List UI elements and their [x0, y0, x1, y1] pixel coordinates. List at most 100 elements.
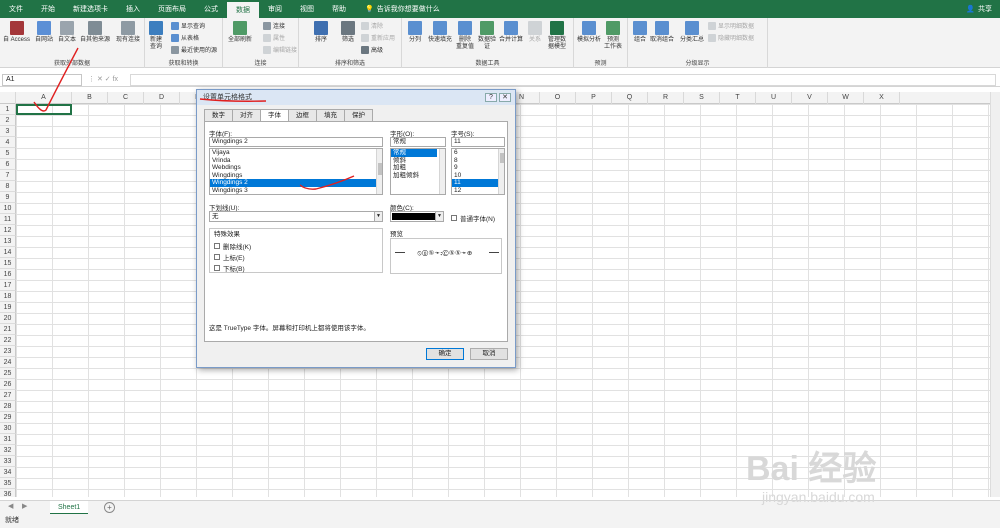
formula-controls[interactable]: ⋮ ✕ ✓ fx: [88, 75, 118, 83]
scroll-thumb[interactable]: [500, 153, 504, 163]
normal-font-checkbox[interactable]: 普通字体(N): [451, 213, 495, 223]
row-header[interactable]: 33: [0, 456, 16, 467]
row-header[interactable]: 13: [0, 236, 16, 247]
filter-button[interactable]: 筛选: [341, 21, 355, 44]
tab-data[interactable]: 数据: [227, 0, 259, 18]
font-option[interactable]: Webdings: [210, 164, 382, 172]
font-list-scrollbar[interactable]: [376, 149, 382, 194]
row-header[interactable]: 1: [0, 104, 16, 115]
style-option[interactable]: 加粗倾斜: [391, 172, 445, 180]
row-header[interactable]: 36: [0, 489, 16, 497]
row-header[interactable]: 17: [0, 280, 16, 291]
subscript-checkbox[interactable]: 下标(B): [214, 263, 245, 273]
next-sheet-icon[interactable]: ▶: [22, 502, 27, 510]
row-header[interactable]: 4: [0, 137, 16, 148]
edit-links-button[interactable]: 编辑链接: [263, 45, 297, 54]
column-header-r[interactable]: R: [648, 92, 684, 104]
row-header[interactable]: 32: [0, 445, 16, 456]
row-header[interactable]: 18: [0, 291, 16, 302]
font-option[interactable]: Vrinda: [210, 157, 382, 165]
style-option-selected[interactable]: 常规: [391, 149, 437, 157]
advanced-filter-button[interactable]: 高级: [361, 45, 383, 54]
row-header[interactable]: 29: [0, 412, 16, 423]
row-header[interactable]: 20: [0, 313, 16, 324]
color-picker[interactable]: ▼: [390, 211, 444, 222]
size-input[interactable]: 11: [451, 137, 505, 147]
close-icon[interactable]: ✕: [499, 93, 511, 102]
tab-alignment[interactable]: 对齐: [232, 109, 261, 121]
underline-select[interactable]: 无 ▼: [209, 211, 383, 222]
row-header[interactable]: 9: [0, 192, 16, 203]
tab-protection[interactable]: 保护: [344, 109, 373, 121]
new-query-button[interactable]: 新建 查询: [149, 21, 163, 51]
from-access-button[interactable]: 自 Access: [3, 21, 30, 44]
show-queries-button[interactable]: 显示查询: [171, 21, 205, 30]
from-web-button[interactable]: 自网站: [35, 21, 53, 44]
ok-button[interactable]: 确定: [426, 348, 464, 360]
column-header-s[interactable]: S: [684, 92, 720, 104]
size-option[interactable]: 10: [452, 172, 504, 180]
consolidate-button[interactable]: 合并计算: [499, 21, 523, 44]
clear-filter-button[interactable]: 清除: [361, 21, 383, 30]
row-header[interactable]: 28: [0, 401, 16, 412]
checkbox-box[interactable]: [214, 265, 220, 271]
style-list[interactable]: 常规 倾斜 加粗 加粗倾斜: [390, 148, 446, 195]
size-list[interactable]: 6 8 9 10 11 12: [451, 148, 505, 195]
from-table-button[interactable]: 从表格: [171, 33, 199, 42]
reapply-button[interactable]: 重新应用: [361, 33, 395, 42]
font-option[interactable]: Vijaya: [210, 149, 382, 157]
row-header[interactable]: 23: [0, 346, 16, 357]
font-option[interactable]: Wingdings: [210, 172, 382, 180]
font-list[interactable]: Vijaya Vrinda Webdings Wingdings Wingdin…: [209, 148, 383, 195]
chevron-down-icon[interactable]: ▼: [435, 212, 443, 221]
name-box[interactable]: A1: [2, 74, 82, 86]
row-header[interactable]: 12: [0, 225, 16, 236]
tab-insert[interactable]: 插入: [117, 0, 149, 18]
checkbox-box[interactable]: [214, 243, 220, 249]
column-header-o[interactable]: O: [540, 92, 576, 104]
size-option[interactable]: 8: [452, 157, 504, 165]
size-option-selected[interactable]: 11: [452, 179, 504, 187]
forecast-sheet-button[interactable]: 预测 工作表: [604, 21, 622, 51]
show-detail-button[interactable]: 显示明细数据: [708, 21, 754, 30]
tell-me-search[interactable]: 💡 告诉我你想要做什么: [365, 4, 440, 14]
row-header[interactable]: 24: [0, 357, 16, 368]
tab-border[interactable]: 边框: [288, 109, 317, 121]
cancel-button[interactable]: 取消: [470, 348, 508, 360]
tab-formulas[interactable]: 公式: [195, 0, 227, 18]
row-header[interactable]: 31: [0, 434, 16, 445]
chevron-down-icon[interactable]: ▼: [374, 212, 382, 221]
formula-input[interactable]: [130, 74, 996, 86]
checkbox-box[interactable]: [214, 254, 220, 260]
row-header[interactable]: 10: [0, 203, 16, 214]
row-header[interactable]: 11: [0, 214, 16, 225]
what-if-button[interactable]: 模拟分析: [577, 21, 601, 44]
scroll-thumb[interactable]: [378, 163, 382, 175]
tab-number[interactable]: 数字: [204, 109, 233, 121]
row-header[interactable]: 30: [0, 423, 16, 434]
row-header[interactable]: 19: [0, 302, 16, 313]
style-list-scrollbar[interactable]: [439, 149, 445, 194]
superscript-checkbox[interactable]: 上标(E): [214, 252, 245, 262]
from-other-sources-button[interactable]: 自其他来源: [80, 21, 110, 44]
relationships-button[interactable]: 关系: [528, 21, 542, 44]
font-option-selected[interactable]: Wingdings 2: [210, 179, 382, 187]
from-text-button[interactable]: 自文本: [58, 21, 76, 44]
style-input[interactable]: 常规: [390, 137, 446, 147]
sheet-tab-sheet1[interactable]: Sheet1: [50, 501, 89, 515]
column-header-d[interactable]: D: [144, 92, 180, 104]
row-header[interactable]: 7: [0, 170, 16, 181]
column-header-w[interactable]: W: [828, 92, 864, 104]
refresh-all-button[interactable]: 全部刷新: [228, 21, 252, 44]
column-header-x[interactable]: X: [864, 92, 900, 104]
existing-connections-button[interactable]: 现有连接: [116, 21, 140, 44]
row-header[interactable]: 16: [0, 269, 16, 280]
flash-fill-button[interactable]: 快速填充: [428, 21, 452, 44]
subtotal-button[interactable]: 分类汇总: [680, 21, 704, 44]
tab-file[interactable]: 文件: [0, 0, 32, 18]
style-option[interactable]: 加粗: [391, 164, 445, 172]
manage-data-model-button[interactable]: 管理数 据模型: [548, 21, 566, 51]
properties-button[interactable]: 属性: [263, 33, 285, 42]
size-list-scrollbar[interactable]: [498, 149, 504, 194]
group-button[interactable]: 组合: [633, 21, 647, 44]
